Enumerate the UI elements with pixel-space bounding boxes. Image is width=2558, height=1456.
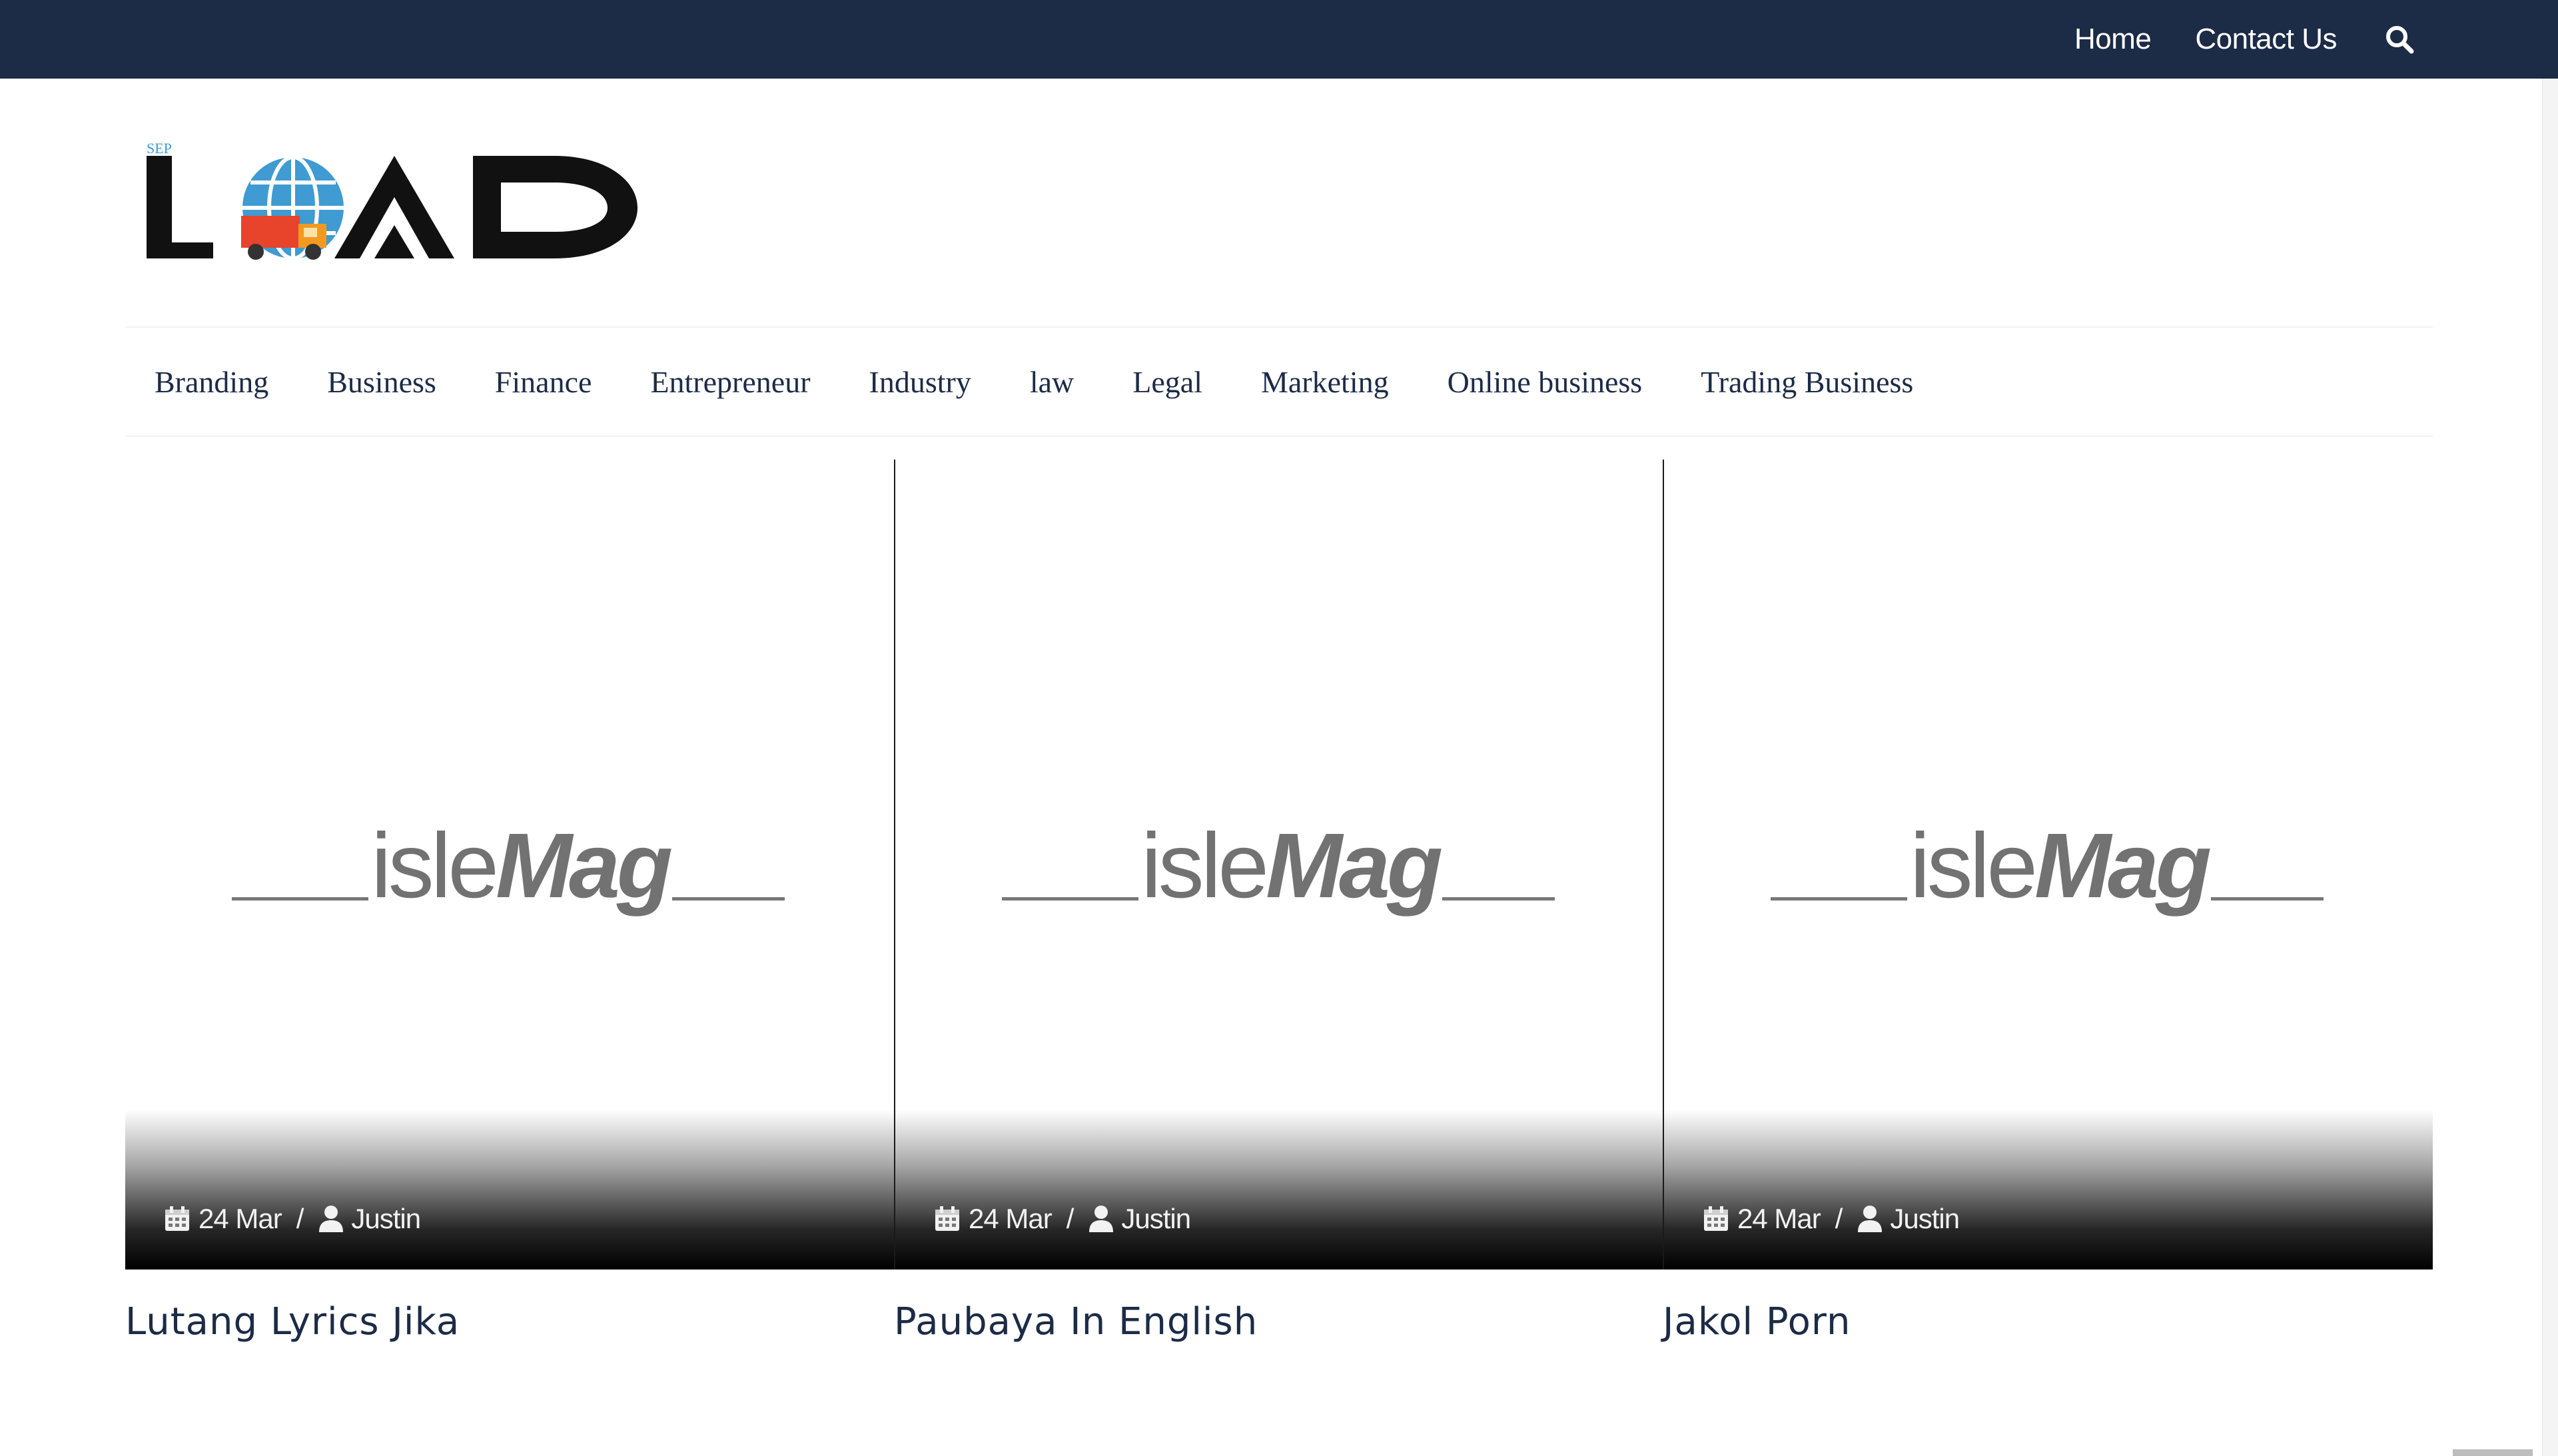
thumbnail-overlay [895,1110,1664,1270]
post-title-link[interactable]: Jakol Porn [1663,1300,2431,1343]
thumbnail-overlay [125,1110,894,1270]
user-icon [1089,1206,1114,1232]
placeholder-logo: isleMag [232,819,785,919]
logo-small-text: SEP [147,141,172,157]
nav-home-link[interactable]: Home [2074,23,2152,56]
top-navbar: Home Contact Us [0,0,2558,79]
scrollbar[interactable] [2542,79,2558,1456]
post-author[interactable]: Justin [351,1203,421,1235]
site-logo[interactable]: SEP [141,140,647,268]
category-online-business[interactable]: Online business [1448,364,1643,400]
thumbnail-overlay [1664,1110,2433,1270]
category-business[interactable]: Business [327,364,436,400]
calendar-icon [1704,1206,1728,1231]
post-title-link[interactable]: Paubaya In English [894,1300,1663,1343]
user-icon [1858,1206,1883,1232]
category-branding[interactable]: Branding [155,364,268,400]
post-author[interactable]: Justin [1121,1203,1191,1235]
scroll-to-top-hint [2453,1449,2533,1456]
post-card: isleMag 24 Mar / Justin Jakol Porn [1663,460,2433,1379]
user-icon [319,1206,344,1232]
post-author[interactable]: Justin [1890,1203,1960,1235]
page: Home Contact Us SEP Branding Business Fi… [0,0,2558,1456]
post-date: 24 Mar [969,1203,1053,1234]
category-law[interactable]: law [1030,364,1074,400]
post-title-link[interactable]: Lutang Lyrics Jika [125,1300,894,1343]
post-thumbnail[interactable]: isleMag 24 Mar / Justin [1663,460,2433,1270]
category-entrepreneur[interactable]: Entrepreneur [650,364,810,400]
post-thumbnail[interactable]: isleMag 24 Mar / Justin [125,460,894,1270]
post-date: 24 Mar [199,1203,282,1234]
post-meta: 24 Mar / Justin [933,1199,1191,1239]
post-meta: 24 Mar / Justin [1701,1199,1960,1239]
category-trading-business[interactable]: Trading Business [1701,364,1913,400]
category-nav: Branding Business Finance Entrepreneur I… [125,326,2433,437]
category-finance[interactable]: Finance [495,364,592,400]
category-legal[interactable]: Legal [1132,364,1202,400]
category-industry[interactable]: Industry [869,364,971,400]
post-thumbnail[interactable]: isleMag 24 Mar / Justin [894,460,1664,1270]
category-marketing[interactable]: Marketing [1261,364,1389,400]
calendar-icon [165,1206,189,1231]
calendar-icon [935,1206,959,1231]
nav-contact-link[interactable]: Contact Us [2195,23,2337,56]
post-card: isleMag 24 Mar / Justin Paubaya In Engli… [894,460,1664,1379]
post-date: 24 Mar [1737,1203,1821,1234]
post-card: isleMag 24 Mar / Justin Lutang Lyrics Ji… [125,460,894,1379]
placeholder-logo: isleMag [1002,819,1555,919]
search-icon[interactable] [2381,21,2418,58]
post-meta: 24 Mar / Justin [163,1199,421,1239]
placeholder-logo: isleMag [1771,819,2324,919]
